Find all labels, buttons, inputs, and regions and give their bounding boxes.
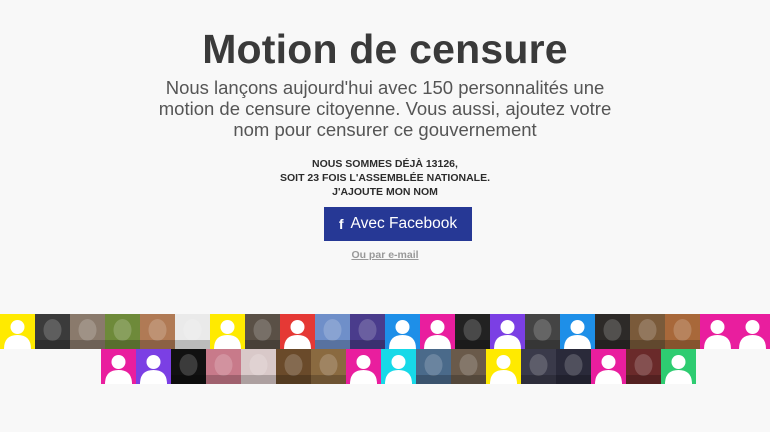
wolf-photo bbox=[35, 314, 70, 349]
page-title: Motion de censure bbox=[202, 26, 568, 72]
people-photo bbox=[630, 314, 665, 349]
default-avatar-icon bbox=[381, 349, 416, 384]
man-dark-photo bbox=[525, 314, 560, 349]
facebook-icon: f bbox=[338, 216, 344, 232]
default-avatar-icon bbox=[560, 314, 595, 349]
flag-faded-photo bbox=[241, 349, 276, 384]
couple-photo bbox=[70, 314, 105, 349]
couple-dark-photo bbox=[595, 314, 630, 349]
default-avatar-icon bbox=[136, 349, 171, 384]
portrait-photo bbox=[140, 314, 175, 349]
default-avatar-icon bbox=[280, 314, 315, 349]
intro-line-1: Nous lançons aujourd'hui avec 150 person… bbox=[165, 77, 605, 98]
stripes-photo bbox=[626, 349, 661, 384]
default-avatar-icon bbox=[101, 349, 136, 384]
foliage-photo bbox=[105, 314, 140, 349]
default-avatar-icon bbox=[385, 314, 420, 349]
email-signup-link[interactable]: Ou par e-mail bbox=[0, 249, 770, 261]
default-avatar-icon bbox=[0, 314, 35, 349]
flag-photo bbox=[315, 314, 350, 349]
man-sunglasses-photo bbox=[521, 349, 556, 384]
art-photo bbox=[171, 349, 206, 384]
counter-line-1: NOUS SOMMES DÉJÀ 13126, bbox=[312, 158, 458, 170]
counter-cta: J'AJOUTE MON NOM bbox=[332, 186, 438, 198]
default-avatar-icon bbox=[490, 314, 525, 349]
signatories-row-2 bbox=[101, 349, 696, 384]
selfie-photo bbox=[451, 349, 486, 384]
default-avatar-icon bbox=[700, 314, 735, 349]
intro-line-3: nom pour censurer ce gouvernement bbox=[233, 119, 537, 140]
default-avatar-icon bbox=[735, 314, 770, 349]
signature-counter: NOUS SOMMES DÉJÀ 13126, SOIT 23 FOIS L'A… bbox=[0, 157, 770, 199]
default-avatar-icon bbox=[486, 349, 521, 384]
facebook-button-label: Avec Facebook bbox=[350, 215, 458, 232]
dandelion-photo bbox=[175, 314, 210, 349]
signatories-row-1 bbox=[0, 314, 770, 349]
default-avatar-icon bbox=[661, 349, 696, 384]
intro-text: Nous lançons aujourd'hui avec 150 person… bbox=[150, 77, 620, 140]
counter-line-2: SOIT 23 FOIS L'ASSEMBLÉE NATIONALE. bbox=[280, 172, 490, 184]
painting-photo bbox=[665, 314, 700, 349]
intro-line-2: motion de censure citoyenne. Vous aussi,… bbox=[158, 98, 612, 119]
group-photo bbox=[311, 349, 346, 384]
default-avatar-icon bbox=[210, 314, 245, 349]
man-photo bbox=[245, 314, 280, 349]
cat-photo bbox=[455, 314, 490, 349]
default-avatar-icon bbox=[591, 349, 626, 384]
woman-photo bbox=[206, 349, 241, 384]
default-avatar-icon bbox=[420, 314, 455, 349]
couple-night-photo bbox=[556, 349, 591, 384]
masks-photo bbox=[276, 349, 311, 384]
halo-photo bbox=[350, 314, 385, 349]
facebook-signup-button[interactable]: f Avec Facebook bbox=[324, 207, 472, 241]
default-avatar-icon bbox=[346, 349, 381, 384]
landscape-photo bbox=[416, 349, 451, 384]
